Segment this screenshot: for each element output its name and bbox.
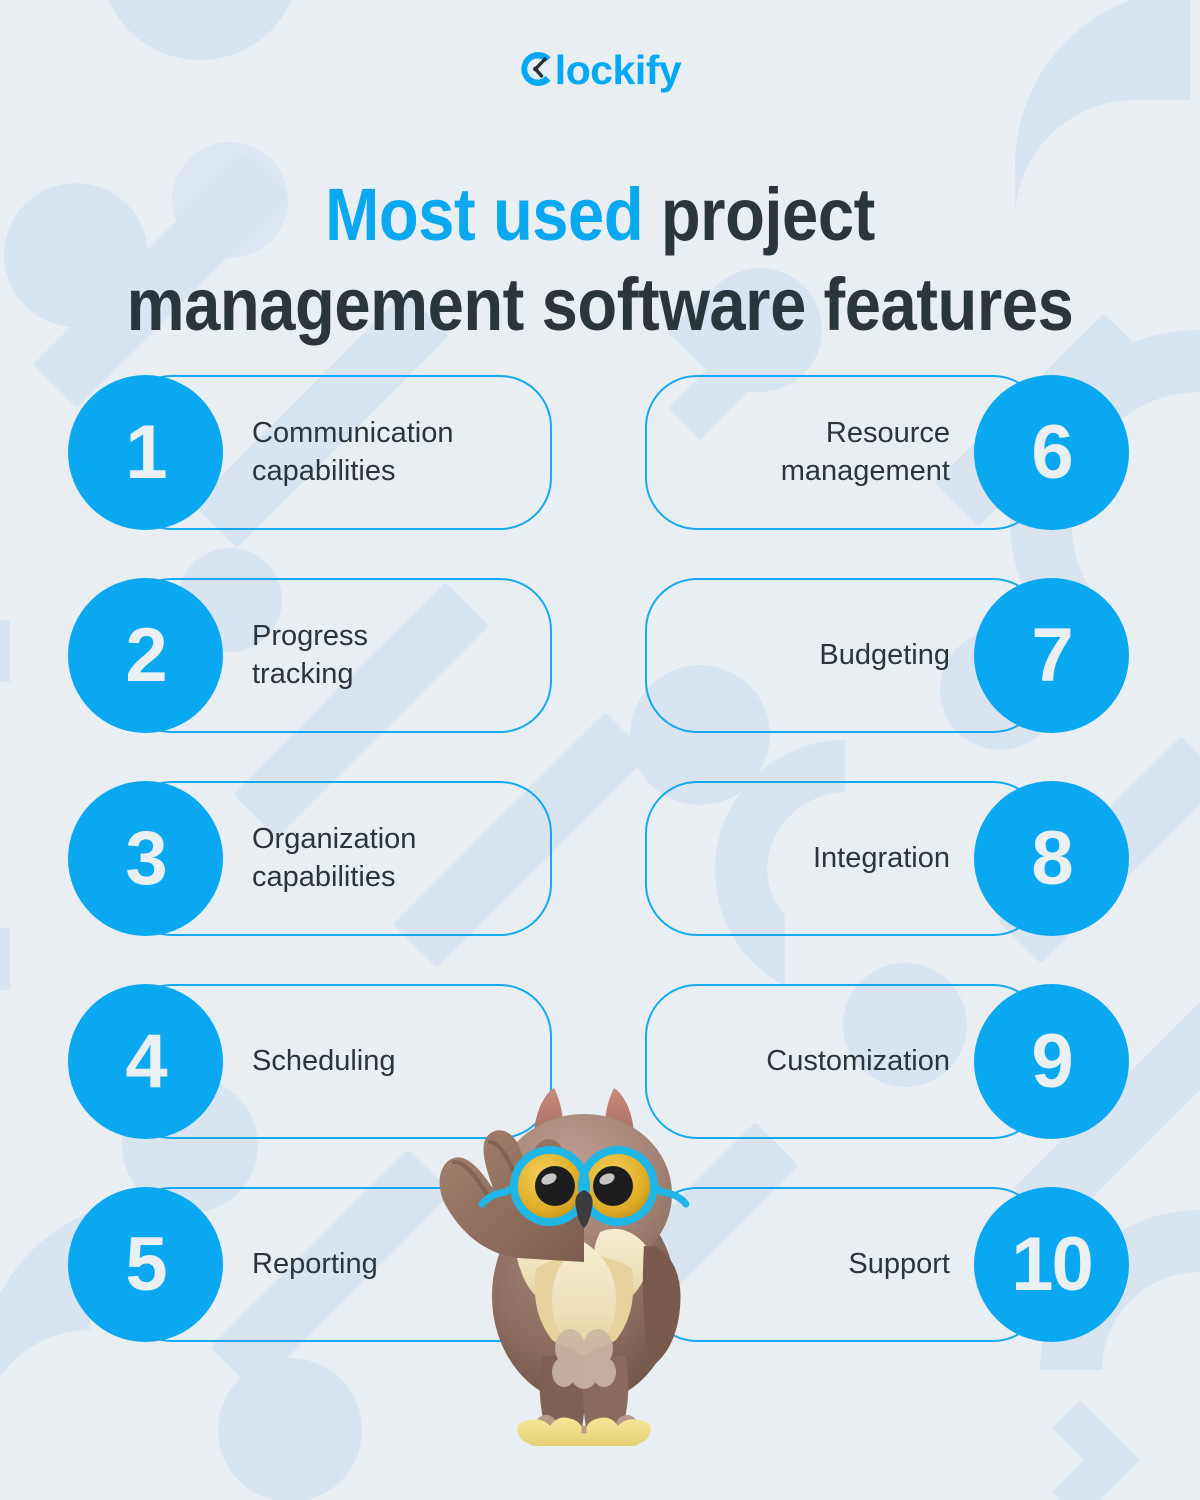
item-number-badge: 10 [974,1187,1129,1342]
page-title: Most used project management software fea… [116,170,1084,351]
item-number-badge: 1 [68,375,223,530]
feature-row: 1 Communication capabilities 6 Resource … [0,375,1200,530]
title-line2: management software features [126,262,1074,346]
list-item[interactable]: 2 Progress tracking [68,578,552,733]
list-item[interactable]: 3 Organization capabilities [68,781,552,936]
item-label: Reporting [252,1247,378,1280]
item-number-badge: 3 [68,781,223,936]
list-item[interactable]: 7 Budgeting [645,578,1129,733]
title-rest-line1: project [643,172,875,256]
feature-list: 1 Communication capabilities 6 Resource … [0,375,1200,1390]
item-label: Organization capabilities [252,823,417,893]
item-number-badge: 2 [68,578,223,733]
item-label: Customization [766,1044,950,1077]
feature-row: 4 Scheduling 9 Customization [0,984,1200,1139]
clockify-c-clock-icon [521,52,551,86]
list-item[interactable]: 5 Reporting [68,1187,552,1342]
item-number-badge: 5 [68,1187,223,1342]
item-label: Support [848,1247,950,1280]
item-label: Budgeting [819,638,950,671]
list-item[interactable]: 9 Customization [645,984,1129,1139]
item-label: Communication capabilities [252,417,454,487]
list-item[interactable]: 10 Support [645,1187,1129,1342]
item-label: Resource management [780,417,950,487]
feature-row: 2 Progress tracking 7 Budgeting [0,578,1200,733]
item-number-badge: 8 [974,781,1129,936]
item-number-badge: 7 [974,578,1129,733]
list-item[interactable]: 8 Integration [645,781,1129,936]
item-number-badge: 4 [68,984,223,1139]
list-item[interactable]: 1 Communication capabilities [68,375,552,530]
list-item[interactable]: 6 Resource management [645,375,1129,530]
clockify-logo[interactable]: lockify [516,48,684,90]
item-label: Progress tracking [252,620,369,690]
logo-wordmark: lockify [554,46,682,93]
brand-logo-row: lockify [0,48,1200,104]
feature-row: 5 Reporting 10 Support [0,1187,1200,1342]
title-highlight: Most used [325,172,644,256]
item-number-badge: 6 [974,375,1129,530]
list-item[interactable]: 4 Scheduling [68,984,552,1139]
feature-row: 3 Organization capabilities 8 Integratio… [0,781,1200,936]
item-label: Scheduling [252,1044,396,1077]
item-label: Integration [812,841,950,874]
item-number-badge: 9 [974,984,1129,1139]
